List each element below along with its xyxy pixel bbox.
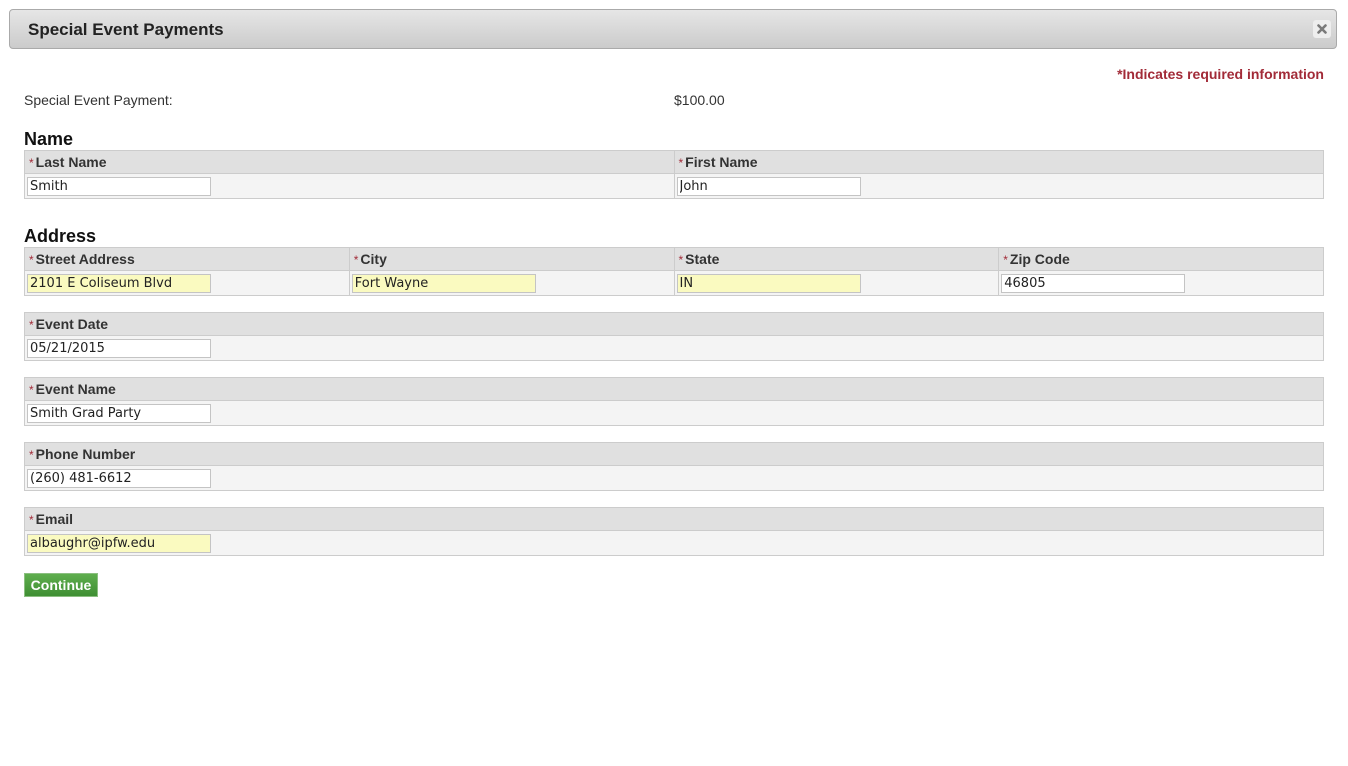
dialog-title: Special Event Payments	[28, 20, 224, 39]
name-section-heading: Name	[24, 129, 74, 149]
required-marker: *	[1003, 253, 1008, 267]
last-name-input[interactable]	[27, 176, 211, 196]
required-marker: *	[29, 513, 34, 527]
zip-code-label: * Zip Code	[998, 247, 1324, 271]
required-marker: *	[678, 156, 684, 170]
email-label: * Email	[24, 507, 1324, 531]
event-date-field: * Event Date	[24, 312, 1324, 361]
close-button[interactable]	[1313, 20, 1331, 38]
phone-number-field: * Phone Number	[24, 442, 1324, 491]
state-label: * State	[673, 247, 999, 271]
required-marker: *	[29, 156, 34, 170]
phone-number-input[interactable]	[27, 468, 211, 488]
continue-button[interactable]: Continue	[24, 573, 98, 597]
name-fields: * Last Name * First Name	[24, 150, 1324, 199]
street-address-label: * Street Address	[24, 247, 350, 271]
required-marker: *	[353, 253, 359, 267]
city-input[interactable]	[351, 273, 536, 293]
last-name-label: * Last Name	[24, 150, 674, 174]
zip-code-input[interactable]	[1001, 273, 1186, 293]
required-marker: *	[29, 253, 34, 267]
city-label: * City	[348, 247, 674, 271]
required-marker: *	[678, 253, 684, 267]
required-marker: *	[29, 448, 34, 462]
phone-number-label: * Phone Number	[24, 442, 1324, 466]
first-name-input[interactable]	[676, 176, 861, 196]
event-date-input[interactable]	[27, 338, 211, 358]
required-info-note: *Indicates required information	[1117, 66, 1324, 82]
event-name-input[interactable]	[27, 403, 211, 423]
first-name-label: * First Name	[673, 150, 1324, 174]
event-name-label: * Event Name	[24, 377, 1324, 401]
event-name-field: * Event Name	[24, 377, 1324, 426]
required-marker: *	[29, 383, 34, 397]
street-address-input[interactable]	[27, 273, 211, 293]
address-section-heading: Address	[24, 226, 97, 246]
address-fields: * Street Address * City * State * Zip Code	[24, 247, 1324, 296]
email-input[interactable]	[27, 533, 211, 553]
payment-summary: Special Event Payment: $100.00	[24, 92, 1324, 108]
required-marker: *	[29, 318, 34, 332]
event-date-label: * Event Date	[24, 312, 1324, 336]
email-field: * Email	[24, 507, 1324, 556]
payment-amount: $100.00	[674, 92, 725, 108]
payment-label: Special Event Payment:	[24, 92, 173, 108]
close-x-icon	[1317, 24, 1327, 34]
dialog-titlebar: Special Event Payments	[9, 9, 1337, 49]
state-input[interactable]	[676, 273, 861, 293]
